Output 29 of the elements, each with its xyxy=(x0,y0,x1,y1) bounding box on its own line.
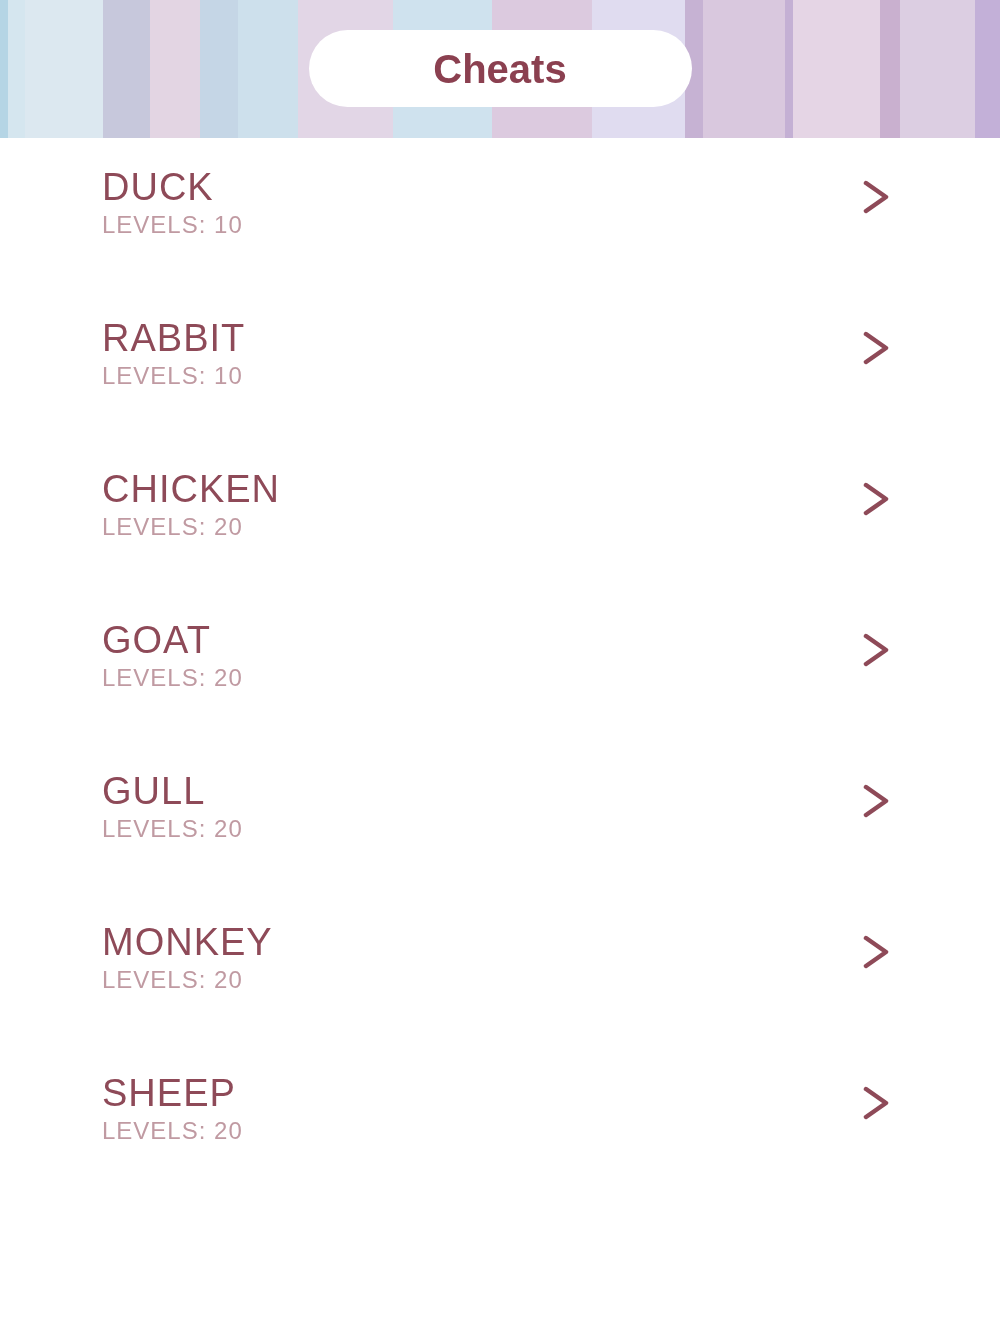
chevron-right-icon xyxy=(862,633,890,667)
item-title: DUCK xyxy=(102,165,214,210)
item-title: GULL xyxy=(102,769,206,814)
levels-label: LEVELS: 20 xyxy=(102,814,243,844)
list-item[interactable]: RABBIT LEVELS: 10 xyxy=(0,289,1000,440)
title-pill: Cheats xyxy=(308,30,692,107)
item-title: SHEEP xyxy=(102,1071,236,1116)
chevron-right-icon xyxy=(862,482,890,516)
levels-label: LEVELS: 10 xyxy=(102,210,243,240)
levels-label: LEVELS: 20 xyxy=(102,1116,243,1146)
item-title: CHICKEN xyxy=(102,467,281,512)
chevron-right-icon xyxy=(862,180,890,214)
item-title: GOAT xyxy=(102,618,211,663)
chevron-right-icon xyxy=(862,331,890,365)
list-item[interactable]: SHEEP LEVELS: 20 xyxy=(0,1044,1000,1195)
chevron-right-icon xyxy=(862,1086,890,1120)
levels-label: LEVELS: 10 xyxy=(102,361,243,391)
item-title: MONKEY xyxy=(102,920,273,965)
list-item[interactable]: DUCK LEVELS: 10 xyxy=(0,138,1000,289)
item-title: RABBIT xyxy=(102,316,246,361)
levels-label: LEVELS: 20 xyxy=(102,965,243,995)
list-item[interactable]: CHICKEN LEVELS: 20 xyxy=(0,440,1000,591)
levels-label: LEVELS: 20 xyxy=(102,512,243,542)
chevron-right-icon xyxy=(862,784,890,818)
list-item[interactable]: GULL LEVELS: 20 xyxy=(0,742,1000,893)
chevron-right-icon xyxy=(862,935,890,969)
list-item[interactable]: MONKEY LEVELS: 20 xyxy=(0,893,1000,1044)
list-item[interactable]: GOAT LEVELS: 20 xyxy=(0,591,1000,742)
levels-label: LEVELS: 20 xyxy=(102,663,243,693)
